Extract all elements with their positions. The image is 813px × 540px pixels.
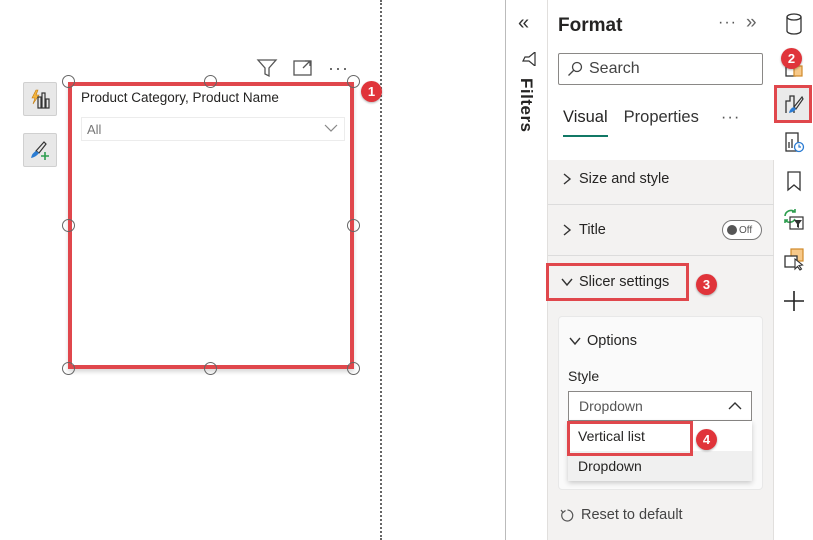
annotation-badge-3: 3 [696, 274, 717, 295]
resize-handle[interactable] [62, 75, 75, 88]
filter-icon[interactable] [256, 58, 278, 78]
annotation-highlight-4 [567, 421, 693, 456]
section-label: Size and style [579, 171, 670, 187]
format-pane-title: Format [558, 15, 623, 36]
search-icon [568, 61, 583, 76]
reset-icon [560, 508, 574, 522]
report-canvas: ··· Product Category, Product Name All 1 [0, 0, 506, 540]
slicer-dropdown[interactable]: All [81, 117, 345, 141]
format-pane: Format ··· » Search Visual Properties ··… [546, 0, 774, 540]
filter-icon [522, 52, 536, 66]
tab-properties[interactable]: Properties [624, 108, 699, 137]
annotation-badge-1: 1 [361, 81, 382, 102]
title-toggle[interactable]: Off [722, 220, 762, 240]
options-title: Options [587, 333, 637, 349]
format-icon[interactable] [782, 92, 806, 116]
section-size-and-style[interactable]: Size and style [548, 154, 774, 205]
analytics-icon[interactable] [782, 130, 806, 154]
more-options-icon[interactable]: ··· [718, 14, 737, 32]
format-brush-icon [31, 141, 49, 160]
more-options-icon[interactable]: ··· [328, 59, 349, 77]
reset-label: Reset to default [581, 507, 683, 523]
toggle-label: Off [739, 224, 753, 236]
resize-handle[interactable] [347, 219, 360, 232]
resize-handle[interactable] [204, 75, 217, 88]
tab-visual[interactable]: Visual [563, 108, 608, 137]
annotation-badge-4: 4 [696, 429, 717, 450]
style-label: Style [568, 368, 600, 384]
chevron-right-icon [563, 173, 572, 185]
resize-handle[interactable] [62, 219, 75, 232]
resize-handle[interactable] [347, 75, 360, 88]
focus-mode-icon[interactable] [292, 58, 314, 78]
data-icon[interactable] [782, 12, 806, 36]
format-tabs: Visual Properties ··· [563, 108, 740, 137]
section-title[interactable]: Title Off [548, 205, 774, 256]
search-placeholder: Search [589, 60, 640, 77]
page-boundary-line [380, 0, 382, 540]
annotation-highlight-3 [546, 263, 689, 301]
format-pane-header: Format ··· » Search Visual Properties ··… [548, 0, 774, 160]
slicer-title: Product Category, Product Name [81, 90, 279, 105]
filters-label[interactable]: Filters [516, 78, 536, 133]
slicer-visual[interactable]: Product Category, Product Name All [68, 82, 354, 369]
bookmark-icon[interactable] [782, 169, 806, 193]
right-rail: 2 [774, 0, 813, 540]
build-visual-icon [31, 89, 50, 109]
visual-header: ··· [256, 58, 349, 78]
collapse-filters-icon[interactable]: « [518, 12, 529, 35]
filters-pane: « Filters [506, 0, 548, 540]
sync-filter-icon[interactable] [782, 207, 806, 231]
slicer-dropdown-value: All [87, 121, 102, 137]
style-select[interactable]: Dropdown [568, 391, 752, 421]
build-visual-button[interactable] [23, 82, 57, 116]
reset-to-default-button[interactable]: Reset to default [560, 507, 683, 523]
resize-handle[interactable] [347, 362, 360, 375]
options-header[interactable]: Options [569, 333, 637, 349]
section-label: Title [579, 222, 606, 238]
selection-icon[interactable] [782, 247, 806, 271]
search-input[interactable]: Search [558, 53, 763, 85]
toggle-knob [727, 225, 737, 235]
annotation-badge-2: 2 [781, 48, 802, 69]
resize-handle[interactable] [62, 362, 75, 375]
style-select-value: Dropdown [579, 398, 643, 414]
chevron-down-icon [569, 337, 581, 346]
chevron-right-icon [563, 224, 572, 236]
chevron-down-icon [324, 124, 338, 132]
add-icon[interactable] [782, 289, 806, 313]
resize-handle[interactable] [204, 362, 217, 375]
collapse-pane-icon[interactable]: » [746, 12, 757, 34]
chevron-up-icon [728, 402, 742, 410]
format-visual-button[interactable] [23, 133, 57, 167]
tabs-more-icon[interactable]: ··· [721, 108, 740, 137]
